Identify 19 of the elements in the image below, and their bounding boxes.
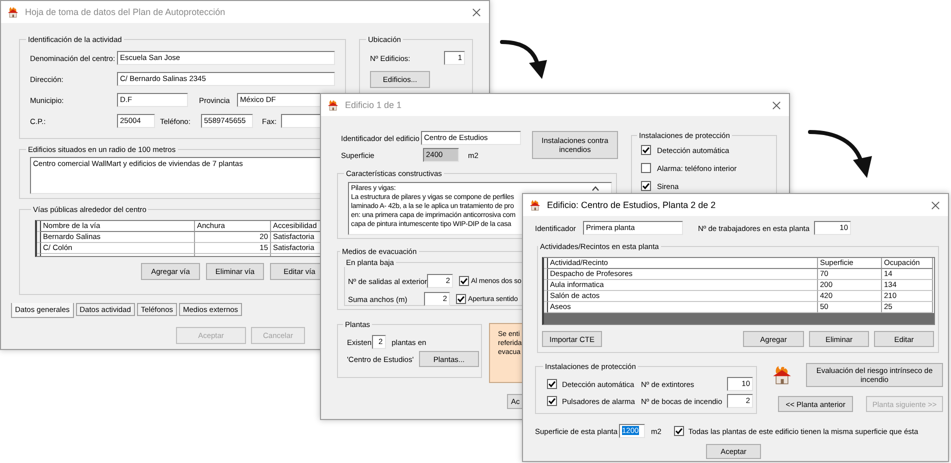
checkbox[interactable]	[641, 163, 651, 173]
close-icon[interactable]	[472, 8, 481, 16]
curved-arrow	[500, 40, 547, 79]
checkbox[interactable]	[641, 181, 651, 191]
burning-house-icon	[326, 100, 340, 110]
checkbox[interactable]	[456, 294, 466, 304]
close-icon[interactable]	[931, 200, 940, 210]
checkbox[interactable]	[547, 396, 557, 406]
window-title: Edificio 1 de 1	[345, 100, 403, 110]
checkbox[interactable]	[674, 426, 684, 436]
burning-house-icon	[6, 6, 20, 18]
close-icon[interactable]	[772, 100, 781, 110]
checkbox[interactable]	[547, 379, 557, 389]
curved-arrow	[808, 130, 872, 178]
checkbox[interactable]	[641, 145, 651, 155]
window-title: Hoja de toma de datos del Plan de Autoprotección	[25, 7, 226, 17]
checkbox[interactable]	[459, 276, 470, 286]
scroll-up-icon[interactable]	[592, 186, 599, 191]
burning-house-icon	[528, 200, 542, 210]
